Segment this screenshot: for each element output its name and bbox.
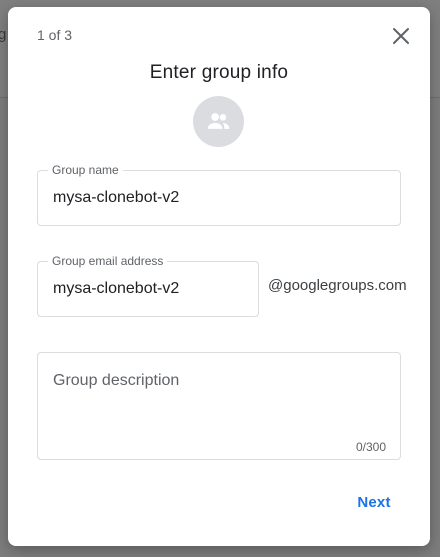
close-icon: [393, 28, 409, 44]
character-counter: 0/300: [355, 440, 386, 454]
next-button[interactable]: Next: [348, 489, 400, 517]
close-button[interactable]: [389, 24, 413, 48]
step-indicator: 1 of 3: [37, 27, 73, 43]
background-text-fragment: g: [0, 26, 7, 43]
group-avatar[interactable]: [193, 96, 244, 147]
dialog-title: Enter group info: [149, 62, 289, 83]
group-description-placeholder: Group description: [53, 372, 180, 389]
group-email-label: Group email address: [48, 254, 168, 268]
group-name-label: Group name: [48, 163, 123, 177]
email-domain-suffix: @googlegroups.com: [268, 277, 407, 294]
group-name-field[interactable]: Group name mysa-clonebot-v2: [37, 163, 401, 226]
group-name-input[interactable]: mysa-clonebot-v2: [53, 189, 179, 207]
group-description-field[interactable]: Group description 0/300: [37, 352, 401, 460]
create-group-dialog: 1 of 3 Enter group info Group name mysa-…: [8, 7, 430, 546]
group-email-input[interactable]: mysa-clonebot-v2: [53, 280, 179, 298]
group-email-field[interactable]: Group email address mysa-clonebot-v2: [37, 254, 259, 317]
group-icon: [207, 113, 230, 129]
